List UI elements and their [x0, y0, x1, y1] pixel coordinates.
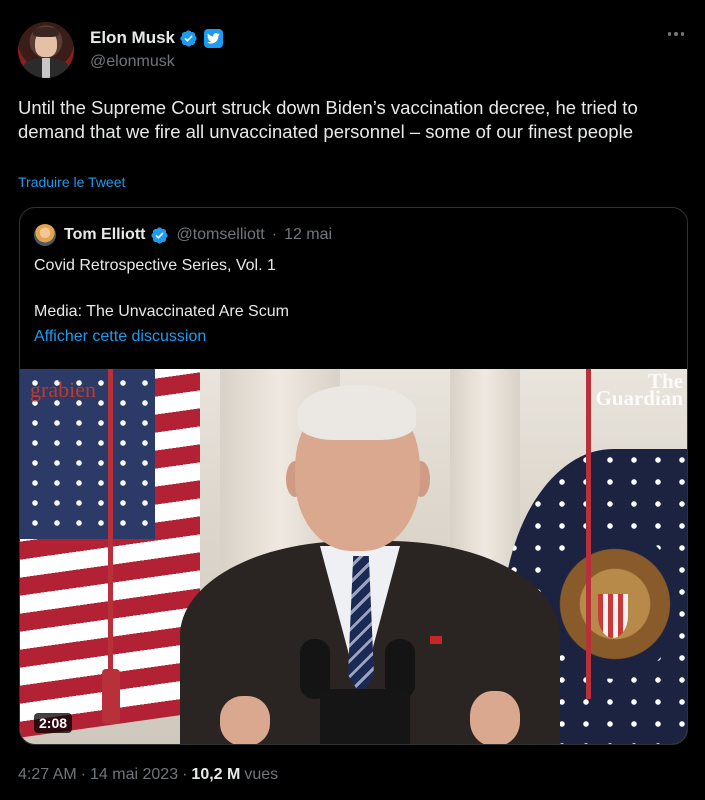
quoted-author-avatar[interactable]: [34, 224, 56, 246]
video-player[interactable]: grabien The Guardian 2:08: [20, 369, 687, 744]
views-label: vues: [244, 766, 279, 783]
tweet-date[interactable]: 14 mai 2023: [90, 766, 178, 784]
views-count[interactable]: 10,2 M: [191, 766, 240, 784]
show-thread-link[interactable]: Afficher cette discussion: [34, 328, 206, 346]
flag-pin: [430, 636, 442, 644]
more-options-icon[interactable]: [664, 26, 688, 42]
quoted-line-1: Covid Retrospective Series, Vol. 1: [34, 257, 276, 274]
bird-icon: [207, 32, 220, 44]
tweet-time[interactable]: 4:27 AM: [18, 766, 77, 784]
quoted-author-handle[interactable]: @tomselliott: [176, 226, 264, 244]
seal-shield: [598, 594, 628, 638]
avatar-collar: [42, 58, 50, 78]
meta-separator: ·: [80, 766, 87, 783]
verified-badge-icon: [151, 226, 169, 244]
quoted-line-2: Media: The Unvaccinated Are Scum: [34, 303, 289, 320]
tweet-text: Until the Supreme Court struck down Bide…: [18, 97, 638, 142]
author-name[interactable]: Elon Musk: [90, 28, 175, 48]
quoted-separator: ·: [271, 226, 278, 243]
dot: [667, 32, 672, 36]
dot: [680, 32, 685, 36]
translate-tweet-link[interactable]: Traduire le Tweet: [18, 174, 125, 190]
quoted-tweet-card[interactable]: Tom Elliott @tomselliott · 12 mai Covid …: [19, 207, 688, 745]
us-flag: [20, 369, 200, 744]
quoted-tweet-header: Tom Elliott @tomselliott · 12 mai: [34, 224, 332, 246]
speaker-hair: [298, 385, 416, 440]
flag-tassel: [102, 669, 120, 724]
dot: [674, 32, 678, 36]
verified-badge-icon[interactable]: [179, 29, 198, 48]
speaker-hand: [470, 691, 520, 744]
tweet-meta: 4:27 AM · 14 mai 2023 · 10,2 M vues: [18, 766, 278, 784]
quoted-date[interactable]: 12 mai: [284, 226, 332, 244]
guardian-watermark: The Guardian: [595, 371, 683, 410]
author-name-row: Elon Musk: [90, 28, 224, 48]
guardian-watermark-line-2: Guardian: [595, 386, 683, 410]
avatar-hair: [33, 27, 59, 37]
grabien-watermark: grabien: [30, 377, 96, 402]
author-handle[interactable]: @elonmusk: [90, 53, 175, 71]
flag-tassel: [108, 369, 113, 689]
quoted-author-name[interactable]: Tom Elliott: [64, 226, 145, 244]
author-avatar[interactable]: [18, 22, 74, 78]
meta-separator: ·: [182, 766, 188, 783]
microphone-stand: [320, 689, 410, 744]
speaker-hand: [220, 696, 270, 744]
flag-tassel: [586, 369, 591, 699]
twitter-bird-icon[interactable]: [204, 28, 224, 48]
tweet-header: Elon Musk @elonmusk: [18, 22, 688, 78]
video-duration-badge: 2:08: [34, 713, 73, 733]
